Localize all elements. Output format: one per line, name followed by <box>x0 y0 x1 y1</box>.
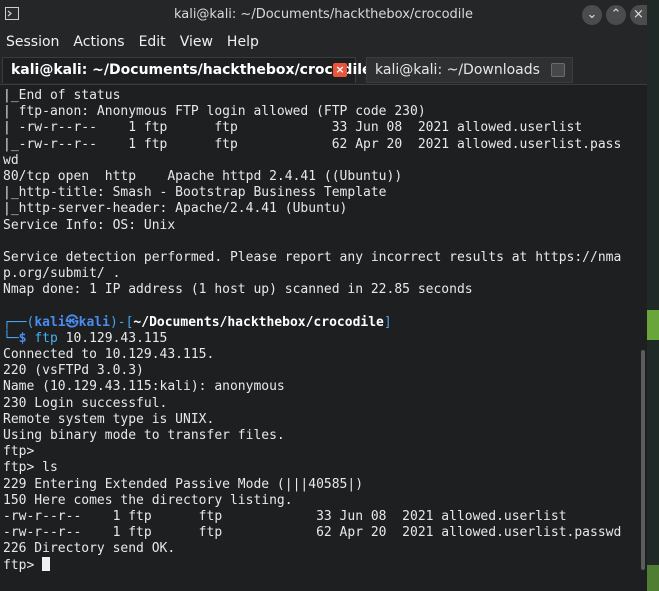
terminal-line: ftp> <box>3 444 35 460</box>
terminal-line: Nmap done: 1 IP address (1 host up) scan… <box>3 282 473 298</box>
terminal-line: -rw-r--r-- 1 ftp ftp 33 Jun 08 2021 allo… <box>3 508 567 524</box>
prompt-frame-end: ] <box>383 314 392 330</box>
terminal-line: Remote system type is UNIX. <box>3 411 215 427</box>
terminal-line: -rw-r--r-- 1 ftp ftp 62 Apr 20 2021 allo… <box>3 525 622 541</box>
terminal-line: wd <box>3 152 19 168</box>
command-name: ftp <box>34 330 58 346</box>
tab-crocodile[interactable]: kali@kali: ~/Documents/hackthebox/crocod… <box>2 57 372 83</box>
prompt-user: kali㉿kali <box>34 314 110 330</box>
terminal-line: Using binary mode to transfer files. <box>3 427 285 443</box>
prompt-path: ~/Documents/hackthebox/crocodile <box>133 314 384 330</box>
terminal-line: Service Info: OS: Unix <box>3 217 176 233</box>
prompt-frame-mid: )-[ <box>109 314 134 330</box>
menu-actions[interactable]: Actions <box>73 34 124 50</box>
terminal-line: 229 Entering Extended Passive Mode (|||4… <box>3 476 364 492</box>
command-args: 10.129.43.115 <box>57 330 168 346</box>
tab-bar: kali@kali: ~/Documents/hackthebox/crocod… <box>0 54 647 85</box>
menu-view[interactable]: View <box>180 34 213 50</box>
menu-edit[interactable]: Edit <box>139 34 166 50</box>
terminal-output[interactable]: |_End of status | ftp-anon: Anonymous FT… <box>0 88 643 591</box>
terminal-line: 80/tcp open http Apache httpd 2.4.41 ((U… <box>3 168 403 184</box>
close-tab-icon[interactable] <box>551 63 565 77</box>
terminal-line: | -rw-r--r-- 1 ftp ftp 33 Jun 08 2021 al… <box>3 120 583 136</box>
tab-label: kali@kali: ~/Documents/hackthebox/crocod… <box>11 62 372 78</box>
prompt-frame-top: ┌──( <box>3 314 35 330</box>
maximize-icon[interactable]: ⌃ <box>606 5 626 25</box>
close-tab-icon[interactable]: × <box>333 63 347 77</box>
terminal-line: ftp> ls <box>3 460 58 476</box>
menu-bar: Session Actions Edit View Help <box>0 30 647 54</box>
terminal-line: 220 (vsFTPd 3.0.3) <box>3 363 144 379</box>
shell-command-line: └─$ ftp 10.129.43.115 <box>0 331 643 347</box>
tab-label: kali@kali: ~/Downloads <box>375 62 540 78</box>
ftp-input-line[interactable]: ftp> <box>0 557 643 573</box>
terminal-line: 230 Login successful. <box>3 395 168 411</box>
title-bar[interactable]: kali@kali: ~/Documents/hackthebox/crocod… <box>0 0 647 30</box>
prompt-frame-bottom: └─ <box>3 330 19 346</box>
tab-downloads[interactable]: kali@kali: ~/Downloads <box>366 57 573 83</box>
terminal-line: Connected to 10.129.43.115. <box>3 347 215 362</box>
scrollbar-thumb[interactable] <box>641 350 645 570</box>
terminal-window: kali@kali: ~/Documents/hackthebox/crocod… <box>0 0 647 591</box>
terminal-line: 226 Directory send OK. <box>3 541 176 557</box>
terminal-line: 150 Here comes the directory listing. <box>3 492 293 508</box>
terminal-line: |_End of status <box>3 88 121 103</box>
terminal-line: |_-rw-r--r-- 1 ftp ftp 62 Apr 20 2021 al… <box>3 136 622 152</box>
close-icon[interactable]: × <box>630 5 647 25</box>
text-cursor <box>42 557 51 572</box>
window-title: kali@kali: ~/Documents/hackthebox/crocod… <box>173 7 474 22</box>
terminal-line: p.org/submit/ . <box>3 266 121 282</box>
terminal-line: Name (10.129.43.115:kali): anonymous <box>3 379 285 395</box>
menu-help[interactable]: Help <box>227 34 259 50</box>
terminal-line: |_http-title: Smash - Bootstrap Business… <box>3 185 387 201</box>
minimize-icon[interactable]: ⌄ <box>582 5 602 25</box>
terminal-line: Service detection performed. Please repo… <box>3 249 622 265</box>
prompt-dollar: $ <box>18 330 27 346</box>
terminal-line: |_http-server-header: Apache/2.4.41 (Ubu… <box>3 201 348 217</box>
menu-session[interactable]: Session <box>6 34 59 50</box>
shell-prompt-header: ┌──(kali㉿kali)-[~/Documents/hackthebox/c… <box>0 315 643 331</box>
ftp-prompt: ftp> <box>3 558 43 574</box>
terminal-line: | ftp-anon: Anonymous FTP login allowed … <box>3 104 426 120</box>
